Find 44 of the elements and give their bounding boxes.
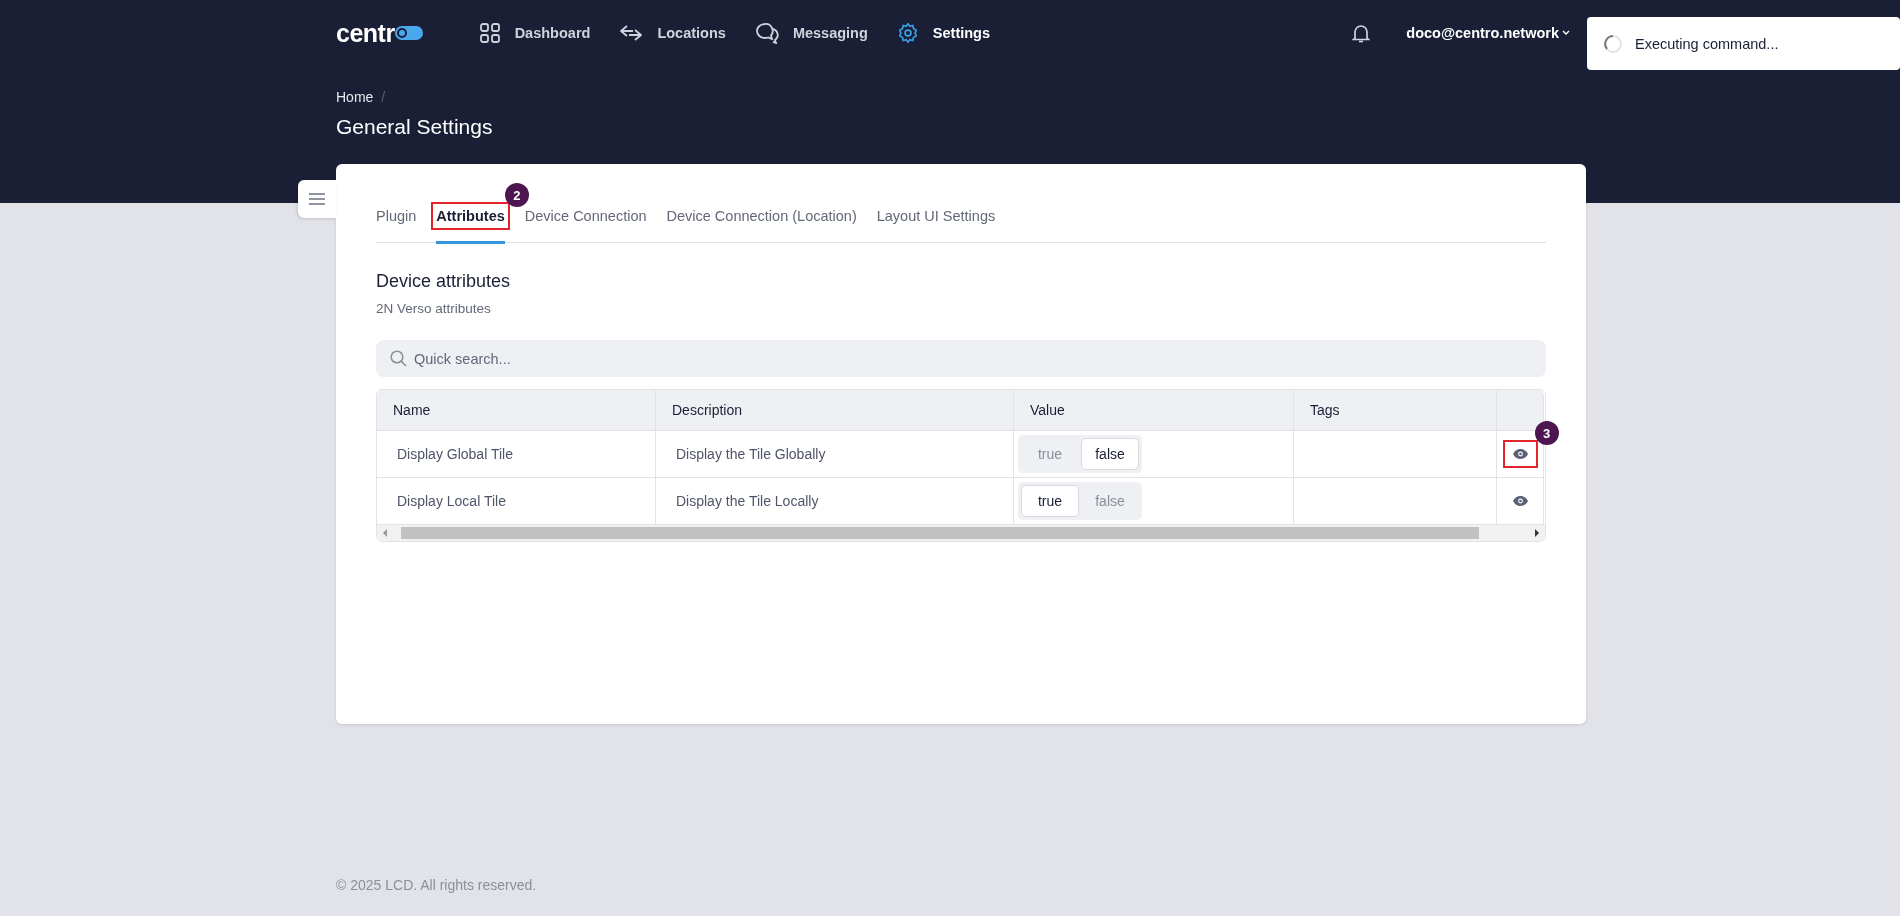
menu-icon [309,193,325,205]
user-menu[interactable]: doco@centro.network [1406,25,1570,41]
eye-icon [1512,449,1528,459]
view-button[interactable] [1505,443,1535,465]
section-subtitle: 2N Verso attributes [376,301,492,316]
search-icon [390,350,407,367]
breadcrumb-separator: / [381,89,386,105]
table-cell: Display the Tile Globally [656,431,1014,478]
tab[interactable]: Layout UI Settings [876,205,996,228]
section-title: Device attributes [376,271,512,292]
tab[interactable]: Attributes [434,205,507,228]
search-field[interactable]: Quick search... [376,340,1546,377]
nav-link[interactable]: Settings [896,22,990,44]
arrows-icon [619,24,644,42]
logo-pill-icon [394,26,423,40]
callout-badge: 2 [504,183,529,208]
column-header: Name [377,390,656,431]
toast-message: Executing command... [1635,35,1779,52]
copyright-text: © 2025 LCD. All rights reserved. [336,877,537,893]
menu-button[interactable] [298,180,336,218]
grid-icon [478,22,501,44]
column-header: Value [1014,390,1294,431]
callout-badge: 3 [1534,421,1559,445]
horizontal-scrollbar[interactable] [377,525,1545,541]
tab[interactable]: Device Connection [524,205,647,228]
bell-icon[interactable] [1352,23,1371,43]
eye-icon [1512,496,1528,506]
column-header: Tags [1294,390,1497,431]
settings-icon [896,22,919,44]
column-header: Description [656,390,1014,431]
brand-logo: centr [336,18,395,48]
chevron-down-icon [1562,30,1570,36]
page-title: General Settings [336,115,494,139]
table-cell: Display Global Tile [377,431,656,478]
nav-link[interactable]: Dashboard [478,22,591,44]
breadcrumb-link[interactable]: Home [336,89,374,105]
spinner-icon [1603,33,1623,54]
nav-link[interactable]: Locations [619,22,726,44]
nav-link[interactable]: Messaging [754,22,868,44]
toggle-option[interactable]: false [1081,438,1139,470]
chat-icon [754,22,779,44]
tab[interactable]: Device Connection (Location) [666,205,857,228]
tab[interactable]: Plugin [376,205,417,228]
toggle-option[interactable]: true [1021,485,1079,517]
